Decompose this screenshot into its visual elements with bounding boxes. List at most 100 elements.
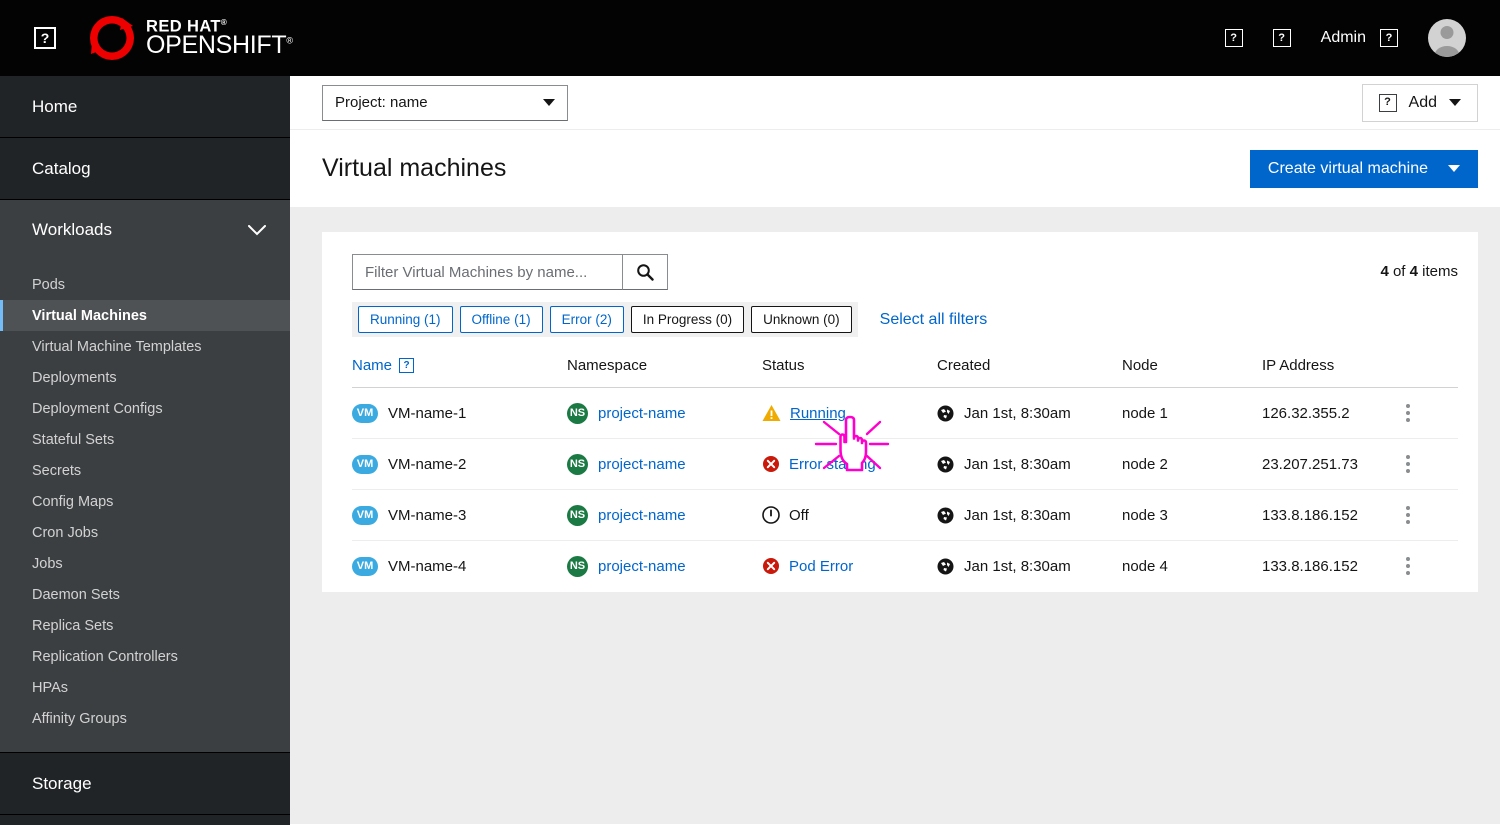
table-row[interactable]: VM VM-name-2 NS project-name Error start… [352,438,1458,490]
filter-chip-error[interactable]: Error (2) [549,306,624,333]
sidebar-item-replication-controllers[interactable]: Replication Controllers [0,641,290,672]
items-count-suffix: items [1422,263,1458,280]
sidebar-item-daemon-sets[interactable]: Daemon Sets [0,579,290,610]
sidebar-item-replica-sets[interactable]: Replica Sets [0,610,290,641]
select-all-filters-link[interactable]: Select all filters [880,311,988,329]
masthead-actions: ? ? Admin ? [1224,19,1466,57]
virtual-machines-table: Name ? Namespace Status Created Node IP … [352,357,1458,592]
kebab-menu-icon[interactable] [1398,557,1418,576]
plus-placeholder-icon: ? [1378,93,1397,112]
sidebar-item-config-maps[interactable]: Config Maps [0,486,290,517]
column-header-created[interactable]: Created [937,357,1122,388]
sidebar-item-cron-jobs[interactable]: Cron Jobs [0,517,290,548]
vm-badge-icon: VM [352,454,378,474]
kebab-menu-icon[interactable] [1398,455,1418,473]
sidebar-item-pods[interactable]: Pods [0,269,290,300]
status-link[interactable]: Running [790,405,846,422]
globe-icon [937,405,954,421]
project-selector[interactable]: Project: name [322,84,568,121]
status-link[interactable]: Pod Error [789,558,853,575]
sidebar-item-secrets[interactable]: Secrets [0,455,290,486]
filter-chip-in-progress[interactable]: In Progress (0) [630,306,745,333]
create-virtual-machine-button[interactable]: Create virtual machine [1249,149,1478,188]
filter-chip-running[interactable]: Running (1) [358,306,453,333]
status-label: Off [789,506,809,524]
column-header-ip-address[interactable]: IP Address [1262,357,1398,388]
column-header-label: Status [762,357,805,374]
caret-placeholder-icon: ? [1380,29,1398,47]
cell-node: node 1 [1122,387,1262,439]
column-header-status[interactable]: Status [762,357,937,388]
sidebar-item-storage[interactable]: Storage [0,753,290,814]
chevron-down-icon [248,224,266,236]
vm-badge-icon: VM [352,556,378,576]
search-button[interactable] [622,254,668,290]
namespace-link[interactable]: project-name [598,558,686,575]
sidebar-item-deployments[interactable]: Deployments [0,362,290,393]
chip-label: In Progress (0) [642,312,733,327]
vm-name-label: VM-name-1 [388,404,467,422]
cell-ip-address: 23.207.251.73 [1262,438,1398,490]
sidebar-item-catalog[interactable]: Catalog [0,138,290,199]
ns-badge-icon: NS [567,453,588,475]
cell-actions [1398,438,1458,490]
user-menu[interactable]: Admin ? [1321,29,1398,47]
sidebar-item-deployment-configs[interactable]: Deployment Configs [0,393,290,424]
sidebar-item-builds[interactable]: Builds [0,815,290,825]
filter-chip-offline[interactable]: Offline (1) [459,306,543,333]
sidebar-item-home[interactable]: Home [0,76,290,137]
table-row[interactable]: VM VM-name-4 NS project-name Pod Error J… [352,541,1458,592]
cell-name: VM VM-name-2 [352,438,567,490]
cell-created: Jan 1st, 8:30am [937,541,1122,592]
table-row[interactable]: VM VM-name-1 NS project-name Running Jan… [352,387,1458,439]
column-header-name[interactable]: Name ? [352,357,567,388]
main-content: Project: name ? Add Virtual machines Cre… [290,76,1500,825]
column-header-node[interactable]: Node [1122,357,1262,388]
sidebar-group-workloads[interactable]: Workloads [0,200,290,260]
sidebar-item-label: Deployments [32,369,117,386]
nav-toggle-icon[interactable]: ? [34,27,56,49]
error-circle-icon [763,558,779,575]
sidebar-item-label: HPAs [32,679,68,696]
column-header-actions [1398,357,1458,388]
add-button[interactable]: ? Add [1361,83,1478,122]
sidebar-item-stateful-sets[interactable]: Stateful Sets [0,424,290,455]
column-header-namespace[interactable]: Namespace [567,357,762,388]
kebab-menu-icon[interactable] [1398,404,1418,422]
cell-name: VM VM-name-4 [352,541,567,592]
sidebar-item-virtual-machine-templates[interactable]: Virtual Machine Templates [0,331,290,362]
sidebar-item-affinity-groups[interactable]: Affinity Groups [0,703,290,734]
globe-icon [937,507,954,523]
cell-namespace: NS project-name [567,438,762,490]
vm-badge-icon: VM [352,505,378,525]
status-link[interactable]: Error starting [789,456,876,473]
cell-name: VM VM-name-3 [352,489,567,541]
sidebar-item-hpas[interactable]: HPAs [0,672,290,703]
search-input[interactable] [352,254,622,290]
caret-down-icon[interactable] [1448,165,1460,172]
avatar[interactable] [1428,19,1466,57]
grid-placeholder-icon[interactable]: ? [1224,29,1243,47]
help-placeholder-icon[interactable]: ? [1272,29,1291,47]
sidebar-item-label: Catalog [32,158,91,178]
sidebar-section-catalog: Catalog [0,138,290,200]
openshift-logo[interactable]: RED HAT® OPENSHIFT® [86,12,293,64]
sidebar-navigation: Home Catalog Workloads Pods Virtual Mach… [0,76,290,825]
node-label: node 4 [1122,557,1168,575]
sidebar-group-label: Workloads [32,220,112,239]
sidebar-item-jobs[interactable]: Jobs [0,548,290,579]
namespace-link[interactable]: project-name [598,456,686,473]
filter-chip-group: Running (1) Offline (1) Error (2) In Pro… [352,302,858,337]
namespace-link[interactable]: project-name [598,405,686,422]
items-count-shown: 4 [1380,263,1389,280]
namespace-link[interactable]: project-name [598,507,686,524]
ns-badge-icon: NS [567,504,588,526]
table-row[interactable]: VM VM-name-3 NS project-name Off Jan 1st… [352,489,1458,541]
cell-namespace: NS project-name [567,489,762,541]
kebab-menu-icon[interactable] [1398,506,1418,524]
cell-ip-address: 126.32.355.2 [1262,387,1398,439]
filter-chip-unknown[interactable]: Unknown (0) [751,306,852,333]
cell-status: Error starting [762,438,937,490]
sidebar-item-virtual-machines[interactable]: Virtual Machines [0,300,290,331]
cell-actions [1398,541,1458,592]
